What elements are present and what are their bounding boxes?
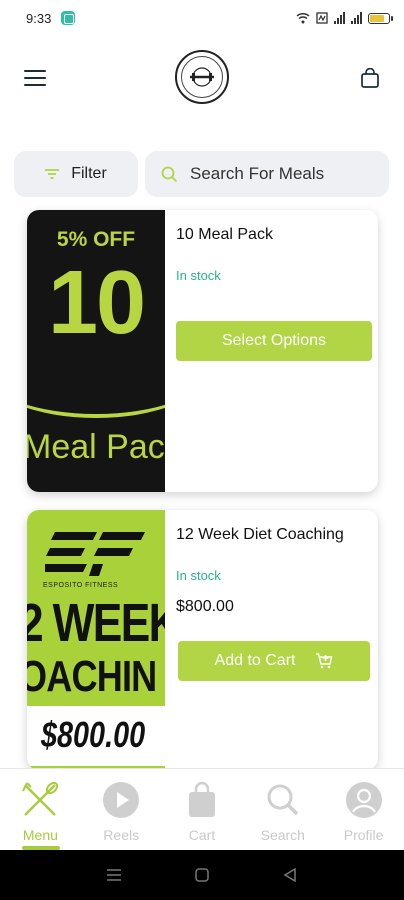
image-caption-text: Meal Pack [27, 428, 165, 466]
back-button[interactable] [275, 860, 305, 890]
product-image[interactable]: 5% OFF 10 Meal Pack [27, 210, 165, 492]
stock-status: In stock [176, 568, 221, 583]
nav-label-cart: Cart [188, 827, 216, 843]
profile-icon [345, 781, 383, 819]
product-info: 12 Week Diet Coaching In stock $800.00 A… [176, 510, 376, 770]
home-icon [195, 868, 209, 882]
product-title[interactable]: 10 Meal Pack [176, 226, 273, 244]
recent-apps-button[interactable] [99, 860, 129, 890]
search-icon [161, 166, 178, 182]
app-notification-icon [61, 11, 76, 25]
menu-hamburger-icon[interactable] [24, 70, 46, 86]
search-bar[interactable] [145, 151, 389, 197]
nav-item-reels[interactable]: Reels [81, 769, 162, 850]
image-headline-2: OACHIN [27, 652, 157, 701]
bottom-navigation: Menu Reels Cart Search Profile [0, 768, 404, 850]
status-bar: 9:33 [0, 0, 404, 36]
select-options-label: Select Options [221, 332, 327, 349]
shopping-bag-icon[interactable] [360, 68, 380, 88]
app-header [0, 40, 404, 116]
filter-icon [45, 169, 60, 179]
shopping-bag-icon [183, 781, 221, 819]
search-icon [264, 781, 302, 819]
image-discount-text: 5% OFF [56, 228, 136, 251]
product-image[interactable]: ESPOSITO FITNESS 2 WEEK DI OACHIN $800.0… [27, 510, 165, 770]
recent-apps-icon [107, 869, 121, 881]
signal-2-icon [351, 12, 362, 24]
add-cart-icon [316, 653, 333, 669]
back-icon [283, 868, 296, 882]
image-brand-text: ESPOSITO FITNESS [43, 582, 119, 589]
nav-item-menu[interactable]: Menu [0, 769, 81, 850]
home-button[interactable] [187, 860, 217, 890]
nav-item-profile[interactable]: Profile [323, 769, 404, 850]
image-price-text: $800.00 [41, 714, 146, 755]
search-input[interactable] [190, 164, 380, 184]
product-card[interactable]: ESPOSITO FITNESS 2 WEEK DI OACHIN $800.0… [27, 510, 378, 770]
wifi-icon [296, 12, 310, 24]
status-time: 9:33 [26, 10, 52, 26]
select-options-button[interactable]: Select Options [176, 321, 372, 361]
nav-label-reels: Reels [103, 827, 140, 843]
product-info: 10 Meal Pack In stock Select Options [176, 210, 376, 492]
network-type-icon [316, 12, 328, 24]
fork-knife-icon [21, 781, 59, 819]
stock-status: In stock [176, 268, 221, 283]
filter-button[interactable]: Filter [14, 151, 138, 197]
image-price-bar: $800.00 [27, 706, 165, 766]
filter-label: Filter [71, 165, 107, 182]
product-card[interactable]: 5% OFF 10 Meal Pack 10 Meal Pack In stoc… [27, 210, 378, 492]
logo-emblem-icon [190, 67, 214, 87]
add-to-cart-button[interactable]: Add to Cart [178, 641, 370, 681]
nav-item-search[interactable]: Search [242, 769, 323, 850]
signal-icon [334, 12, 345, 24]
add-to-cart-label: Add to Cart [214, 652, 296, 669]
brand-logo [175, 50, 229, 104]
nav-item-cart[interactable]: Cart [162, 769, 243, 850]
system-navigation-bar [0, 850, 404, 900]
battery-icon [368, 12, 393, 24]
product-title[interactable]: 12 Week Diet Coaching [176, 526, 344, 544]
product-price: $800.00 [176, 598, 234, 615]
nav-label-search: Search [260, 827, 305, 843]
ef-brand-logo-icon [45, 532, 145, 576]
nav-label-profile: Profile [343, 827, 384, 843]
play-icon [102, 781, 140, 819]
image-headline-1: 2 WEEK DI [27, 593, 165, 653]
nav-label-menu: Menu [22, 827, 58, 843]
image-decor-arc [27, 328, 165, 418]
